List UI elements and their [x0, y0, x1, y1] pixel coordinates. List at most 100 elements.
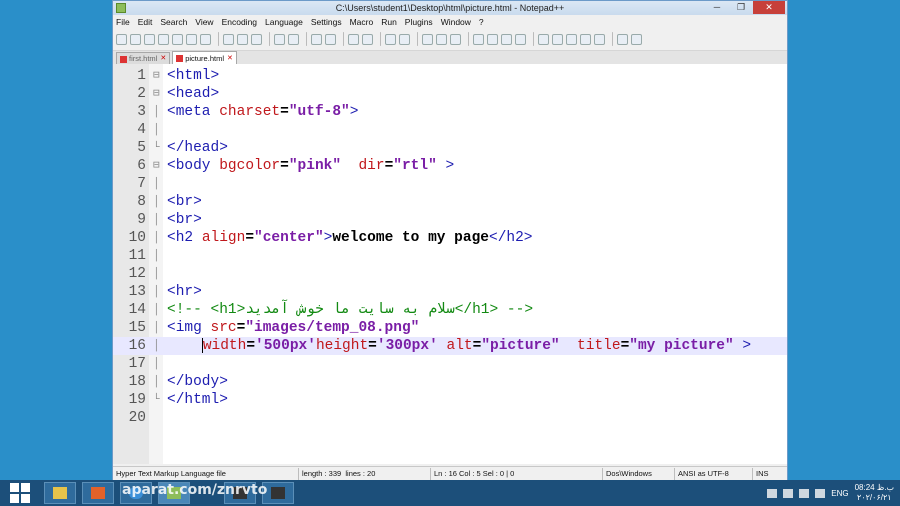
code-line[interactable]: 14 │ <!-- <h1>سلام به سایت ما خوش آمدید</h…	[113, 301, 787, 319]
launch-browser-icon[interactable]	[631, 33, 642, 45]
zoom-in-icon[interactable]	[348, 33, 359, 45]
language-indicator[interactable]: ENG	[831, 489, 848, 498]
code-line[interactable]: 3 │ <meta charset="utf-8">	[113, 103, 787, 121]
code-line[interactable]: 6 ⊟ <body bgcolor="pink" dir="rtl" >	[113, 157, 787, 175]
sync-horizontal-icon[interactable]	[399, 33, 410, 45]
code-line[interactable]: 5 └ </head>	[113, 139, 787, 157]
menu-macro[interactable]: Macro	[350, 17, 374, 27]
code-line[interactable]: 12 │	[113, 265, 787, 283]
line-number: 14	[128, 302, 146, 318]
copy-icon[interactable]	[237, 33, 248, 45]
code-token: title	[577, 338, 621, 354]
start-button[interactable]	[10, 483, 32, 503]
cut-icon[interactable]	[223, 33, 234, 45]
tab-picture-html[interactable]: picture.html ✕	[172, 51, 237, 65]
open-file-icon[interactable]	[130, 33, 141, 45]
code-line[interactable]: 17 │	[113, 355, 787, 373]
replace-icon[interactable]	[325, 33, 336, 45]
taskbar-explorer[interactable]	[44, 482, 76, 504]
code-token: </h2>	[489, 230, 533, 246]
network-icon[interactable]	[783, 488, 794, 498]
close-file-icon[interactable]	[172, 33, 183, 45]
zoom-out-icon[interactable]	[362, 33, 373, 45]
print-icon[interactable]	[200, 33, 211, 45]
code-line[interactable]: 20	[113, 409, 787, 427]
undo-icon[interactable]	[274, 33, 285, 45]
toolbar	[113, 28, 787, 51]
redo-icon[interactable]	[288, 33, 299, 45]
menu-language[interactable]: Language	[265, 17, 303, 27]
user-language-icon[interactable]	[473, 33, 484, 45]
line-number: 10	[128, 230, 146, 246]
clock[interactable]: 08:24 ب.ظ ۲۰۲/۰۶/۲۱	[855, 483, 894, 503]
file-saved-icon	[120, 55, 127, 63]
code-line[interactable]: 9 │ <br>	[113, 211, 787, 229]
code-line[interactable]: 19 └ </html>	[113, 391, 787, 409]
save-macro-icon[interactable]	[594, 33, 605, 45]
line-number: 2	[137, 86, 146, 102]
stop-macro-icon[interactable]	[552, 33, 563, 45]
doc-map-icon[interactable]	[487, 33, 498, 45]
taskbar-media-player[interactable]	[82, 482, 114, 504]
play-macro-icon[interactable]	[566, 33, 577, 45]
code-line[interactable]: 10 │ <h2 align="center">welcome to my page…	[113, 229, 787, 247]
code-token: =	[384, 158, 394, 174]
menu-encoding[interactable]: Encoding	[222, 17, 257, 27]
record-macro-icon[interactable]	[538, 33, 549, 45]
toolbar-separator	[218, 32, 219, 46]
menu-run[interactable]: Run	[381, 17, 397, 27]
show-hidden-icons-icon[interactable]	[767, 488, 778, 498]
code-line[interactable]: 8 │ <br>	[113, 193, 787, 211]
code-token: <body	[167, 158, 220, 174]
menu-help[interactable]: ?	[479, 17, 484, 27]
minimize-button[interactable]: ─	[705, 1, 729, 14]
close-icon[interactable]: ✕	[227, 53, 233, 65]
code-line[interactable]: 13 │ <hr>	[113, 283, 787, 301]
flag-icon[interactable]	[815, 488, 826, 498]
code-line[interactable]: 1 ⊟ <html>	[113, 67, 787, 85]
code-line[interactable]: 16 │ width='500px'height='300px' alt="pic…	[113, 337, 787, 355]
sync-vertical-icon[interactable]	[385, 33, 396, 45]
folder-as-workspace-icon[interactable]	[515, 33, 526, 45]
code-line[interactable]: 4 │	[113, 121, 787, 139]
menu-settings[interactable]: Settings	[311, 17, 342, 27]
maximize-button[interactable]: ❐	[729, 1, 753, 14]
title-bar[interactable]: C:\Users\student1\Desktop\html\picture.h…	[113, 1, 787, 15]
fold-marker[interactable]: ⊟	[153, 157, 160, 175]
paste-icon[interactable]	[251, 33, 262, 45]
code-text: <!-- <h1>سلام به سایت ما خوش آمدید</h1> …	[167, 301, 533, 319]
save-all-icon[interactable]	[158, 33, 169, 45]
code-text: <img src="images/temp_08.png"	[167, 319, 419, 337]
menu-window[interactable]: Window	[441, 17, 471, 27]
close-all-icon[interactable]	[186, 33, 197, 45]
new-file-icon[interactable]	[116, 33, 127, 45]
menu-search[interactable]: Search	[160, 17, 187, 27]
code-line[interactable]: 15 │ <img src="images/temp_08.png"	[113, 319, 787, 337]
menu-view[interactable]: View	[195, 17, 213, 27]
code-line[interactable]: 7 │	[113, 175, 787, 193]
code-token: charset	[219, 104, 281, 120]
code-line[interactable]: 11 │	[113, 247, 787, 265]
function-list-icon[interactable]	[501, 33, 512, 45]
find-icon[interactable]	[311, 33, 322, 45]
code-line[interactable]: 18 │ </body>	[113, 373, 787, 391]
show-all-chars-icon[interactable]	[436, 33, 447, 45]
fold-marker[interactable]: ⊟	[153, 67, 160, 85]
code-line[interactable]: 2 ⊟ <head>	[113, 85, 787, 103]
code-token: >	[733, 338, 752, 354]
toolbar-separator	[417, 32, 418, 46]
menu-edit[interactable]: Edit	[138, 17, 153, 27]
save-icon[interactable]	[144, 33, 155, 45]
code-token: =	[368, 338, 377, 354]
menu-file[interactable]: File	[116, 17, 130, 27]
code-editor[interactable]: 1 ⊟ <html> 2 ⊟ <head> 3 │ <meta charset="utf-8">…	[113, 64, 787, 464]
close-button[interactable]: ✕	[753, 1, 785, 14]
volume-icon[interactable]	[799, 488, 810, 498]
run-macro-multiple-icon[interactable]	[580, 33, 591, 45]
word-wrap-icon[interactable]	[422, 33, 433, 45]
spellcheck-icon[interactable]	[617, 33, 628, 45]
fold-marker[interactable]: ⊟	[153, 85, 160, 103]
indent-guide-icon[interactable]	[450, 33, 461, 45]
notepadpp-window: C:\Users\student1\Desktop\html\picture.h…	[112, 0, 788, 481]
menu-plugins[interactable]: Plugins	[405, 17, 433, 27]
